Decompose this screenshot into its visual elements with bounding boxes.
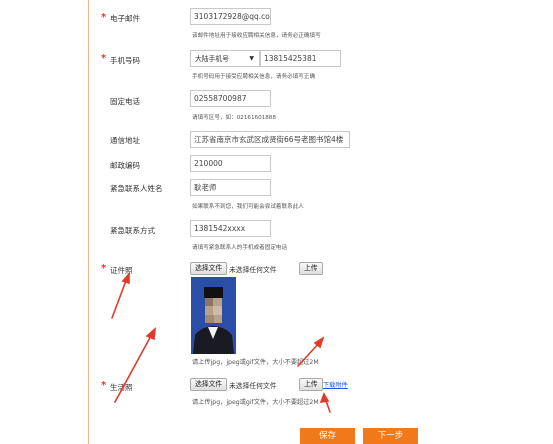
portrait-image (191, 277, 236, 354)
save-button[interactable]: 保存 (300, 428, 355, 444)
emergency-name-field[interactable]: 耿老师 (190, 179, 271, 196)
email-hint: 该邮件地址用于接收应聘相关信息，请务必正确填写 (192, 33, 321, 39)
life-photo-file-status: 未选择任何文件 (229, 382, 277, 390)
id-photo-upload-button[interactable]: 上传 (299, 262, 323, 275)
mobile-region-value: 大陆手机号 (195, 55, 229, 63)
chevron-down-icon: ▼ (249, 55, 254, 62)
life-photo-label: 生活照 (110, 383, 133, 392)
arrow-to-id-photo (111, 277, 128, 319)
required-mark-life-photo: * (101, 380, 107, 391)
email-label: 电子邮件 (110, 14, 140, 23)
emergency-phone-field[interactable]: 1381542xxxx (190, 220, 271, 237)
emergency-phone-label: 紧急联系方式 (110, 226, 155, 235)
required-mark-id-photo: * (101, 263, 107, 274)
id-photo-hint: 请上传jpg，jpeg或gif文件，大小不要超过2M (192, 359, 319, 366)
address-label: 通信地址 (110, 136, 140, 145)
postcode-label: 邮政编码 (110, 161, 140, 170)
postcode-field[interactable]: 210000 (190, 155, 271, 172)
id-photo-preview (191, 277, 236, 354)
landline-field[interactable]: 02558700987 (190, 90, 271, 107)
mobile-field[interactable]: 13815425381 (260, 50, 341, 67)
life-photo-upload-button[interactable]: 上传 (299, 378, 323, 391)
email-field[interactable]: 3103172928@qq.com (190, 8, 271, 25)
next-step-button[interactable]: 下一步 (363, 428, 418, 444)
download-attachment-link[interactable]: 下载附件 (323, 380, 348, 389)
address-field[interactable]: 江苏省南京市玄武区成贤街66号老图书馆4楼 (190, 131, 350, 148)
life-photo-choose-button[interactable]: 选择文件 (190, 378, 228, 391)
emergency-name-hint: 如果联系不到您，我们可能会尝试着联系此人 (192, 204, 304, 210)
id-photo-label: 证件照 (110, 266, 133, 275)
emergency-name-label: 紧急联系人姓名 (110, 184, 163, 193)
landline-label: 固定电话 (110, 97, 140, 106)
mobile-hint: 手机号码用于接受应聘相关信息，请务必填写正确 (192, 74, 316, 80)
arrow-to-life-photo-hint (324, 397, 331, 413)
required-mark-mobile: * (101, 53, 107, 64)
life-photo-hint: 请上传jpg，jpeg或gif文件，大小不要超过2M (192, 399, 319, 406)
emergency-phone-hint: 请填写紧急联系人的手机或者固定电话 (192, 245, 288, 251)
mobile-label: 手机号码 (110, 56, 140, 65)
required-mark-email: * (101, 12, 107, 23)
id-photo-choose-button[interactable]: 选择文件 (190, 262, 228, 275)
mobile-region-select[interactable]: 大陆手机号 ▼ (190, 50, 260, 67)
landline-hint: 请填写区号，如：02161601888 (192, 115, 276, 121)
left-divider (88, 0, 89, 444)
id-photo-file-status: 未选择任何文件 (229, 266, 277, 274)
